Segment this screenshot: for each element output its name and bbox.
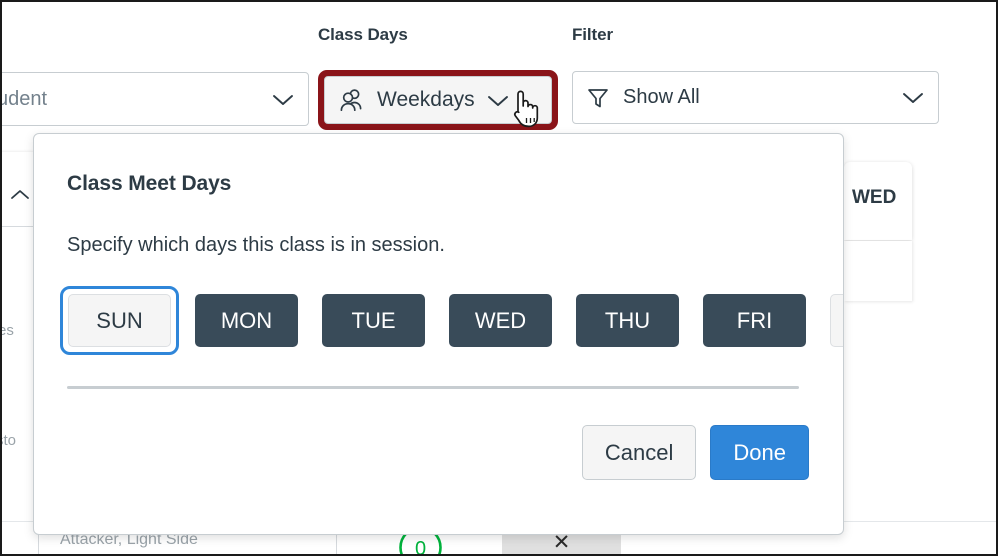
chevron-down-icon <box>273 94 293 105</box>
student-select[interactable]: udent <box>0 72 309 126</box>
background-text-snippet-2: sto <box>2 432 17 449</box>
class-days-label: Class Days <box>318 25 408 44</box>
filter-select[interactable]: Show All <box>572 71 939 124</box>
day-toggle-tue[interactable]: TUE <box>322 294 425 347</box>
dialog-divider <box>67 386 799 389</box>
class-meet-days-dialog: Class Meet Days Specify which days this … <box>33 133 844 535</box>
dialog-description: Specify which days this class is in sess… <box>67 234 445 256</box>
day-toggle-slot-sat: SAT <box>822 286 843 355</box>
chevron-down-icon <box>903 93 923 103</box>
day-toggle-slot-thu: THU <box>568 286 687 355</box>
background-text-snippet-1: es <box>2 322 14 339</box>
dialog-title: Class Meet Days <box>67 172 232 195</box>
day-toggle-mon[interactable]: MON <box>195 294 298 347</box>
day-toggle-slot-wed: WED <box>441 286 560 355</box>
day-toggle-slot-fri: FRI <box>695 286 814 355</box>
filter-select-value: Show All <box>623 86 700 108</box>
day-toggle-wed[interactable]: WED <box>449 294 552 347</box>
day-toggle-fri[interactable]: FRI <box>703 294 806 347</box>
cancel-button[interactable]: Cancel <box>581 425 697 480</box>
background-column-cell <box>844 241 912 301</box>
done-button[interactable]: Done <box>710 425 809 480</box>
app-screenshot: es sto WED Attacker, Light Side 0 ✕ uden… <box>0 0 998 556</box>
class-days-highlight-ring: Weekdays <box>318 70 558 130</box>
funnel-icon <box>588 88 608 107</box>
day-toggle-group: SUN MON TUE WED THU FRI SAT <box>60 286 843 355</box>
dialog-actions: Cancel Done <box>581 425 809 480</box>
filter-label: Filter <box>572 25 613 44</box>
day-toggle-sun[interactable]: SUN <box>68 294 171 347</box>
class-days-button-label: Weekdays <box>377 88 475 111</box>
chevron-up-icon[interactable] <box>10 188 30 200</box>
day-toggle-slot-sun: SUN <box>60 286 179 355</box>
day-toggle-thu[interactable]: THU <box>576 294 679 347</box>
group-icon <box>340 89 362 111</box>
day-toggle-slot-mon: MON <box>187 286 306 355</box>
class-days-button[interactable]: Weekdays <box>324 76 552 124</box>
chevron-down-icon <box>487 95 508 106</box>
background-column-label: WED <box>852 187 897 208</box>
background-column-header-wed: WED <box>844 162 912 240</box>
day-toggle-sat[interactable]: SAT <box>830 294 843 347</box>
student-select-value: udent <box>0 87 48 110</box>
score-value: 0 <box>415 538 426 556</box>
day-toggle-slot-tue: TUE <box>314 286 433 355</box>
